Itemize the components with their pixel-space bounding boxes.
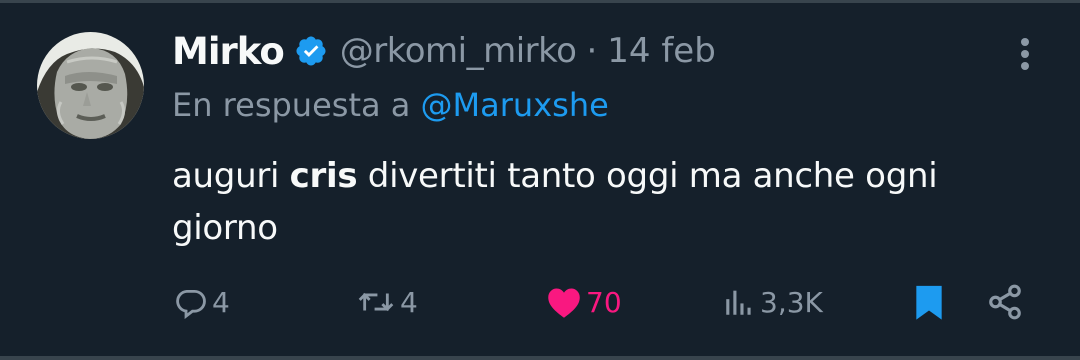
heart-filled-icon — [546, 285, 582, 319]
avatar[interactable] — [37, 32, 144, 139]
retweet-icon — [356, 285, 396, 319]
views-button[interactable]: 3,3K — [722, 274, 823, 330]
tweet-date[interactable]: 14 feb — [607, 31, 716, 71]
like-count: 70 — [586, 285, 622, 319]
tweet-text-part1: auguri — [172, 156, 290, 196]
header-separator: · — [586, 31, 598, 71]
author-handle[interactable]: @rkomi_mirko — [340, 31, 577, 71]
display-name[interactable]: Mirko — [172, 30, 285, 73]
reply-mention-link[interactable]: @Maruxshe — [421, 86, 609, 124]
verified-badge-icon — [294, 34, 328, 68]
retweet-count: 4 — [400, 285, 418, 319]
tweet-text: auguri cris divertiti tanto oggi ma anch… — [172, 150, 1052, 254]
like-button[interactable]: 70 — [546, 274, 622, 330]
bottom-divider — [0, 356, 1080, 360]
reply-count: 4 — [212, 285, 230, 319]
reply-context: En respuesta a @Maruxshe — [172, 86, 609, 124]
tweet-header: Mirko @rkomi_mirko · 14 feb — [172, 26, 716, 76]
bookmark-button[interactable] — [912, 274, 946, 330]
share-icon — [986, 283, 1024, 321]
reply-icon — [174, 285, 208, 319]
top-divider — [0, 0, 1080, 3]
retweet-button[interactable]: 4 — [356, 274, 418, 330]
share-button[interactable] — [986, 274, 1024, 330]
more-vertical-icon[interactable] — [1008, 34, 1042, 74]
view-count: 3,3K — [760, 285, 823, 319]
reply-prefix: En respuesta a — [172, 86, 411, 124]
reply-button[interactable]: 4 — [174, 274, 230, 330]
tweet-text-bold: cris — [289, 156, 358, 196]
bookmark-filled-icon — [912, 283, 946, 321]
views-chart-icon — [722, 285, 756, 319]
action-bar: 4 4 70 3,3K — [0, 274, 1080, 330]
